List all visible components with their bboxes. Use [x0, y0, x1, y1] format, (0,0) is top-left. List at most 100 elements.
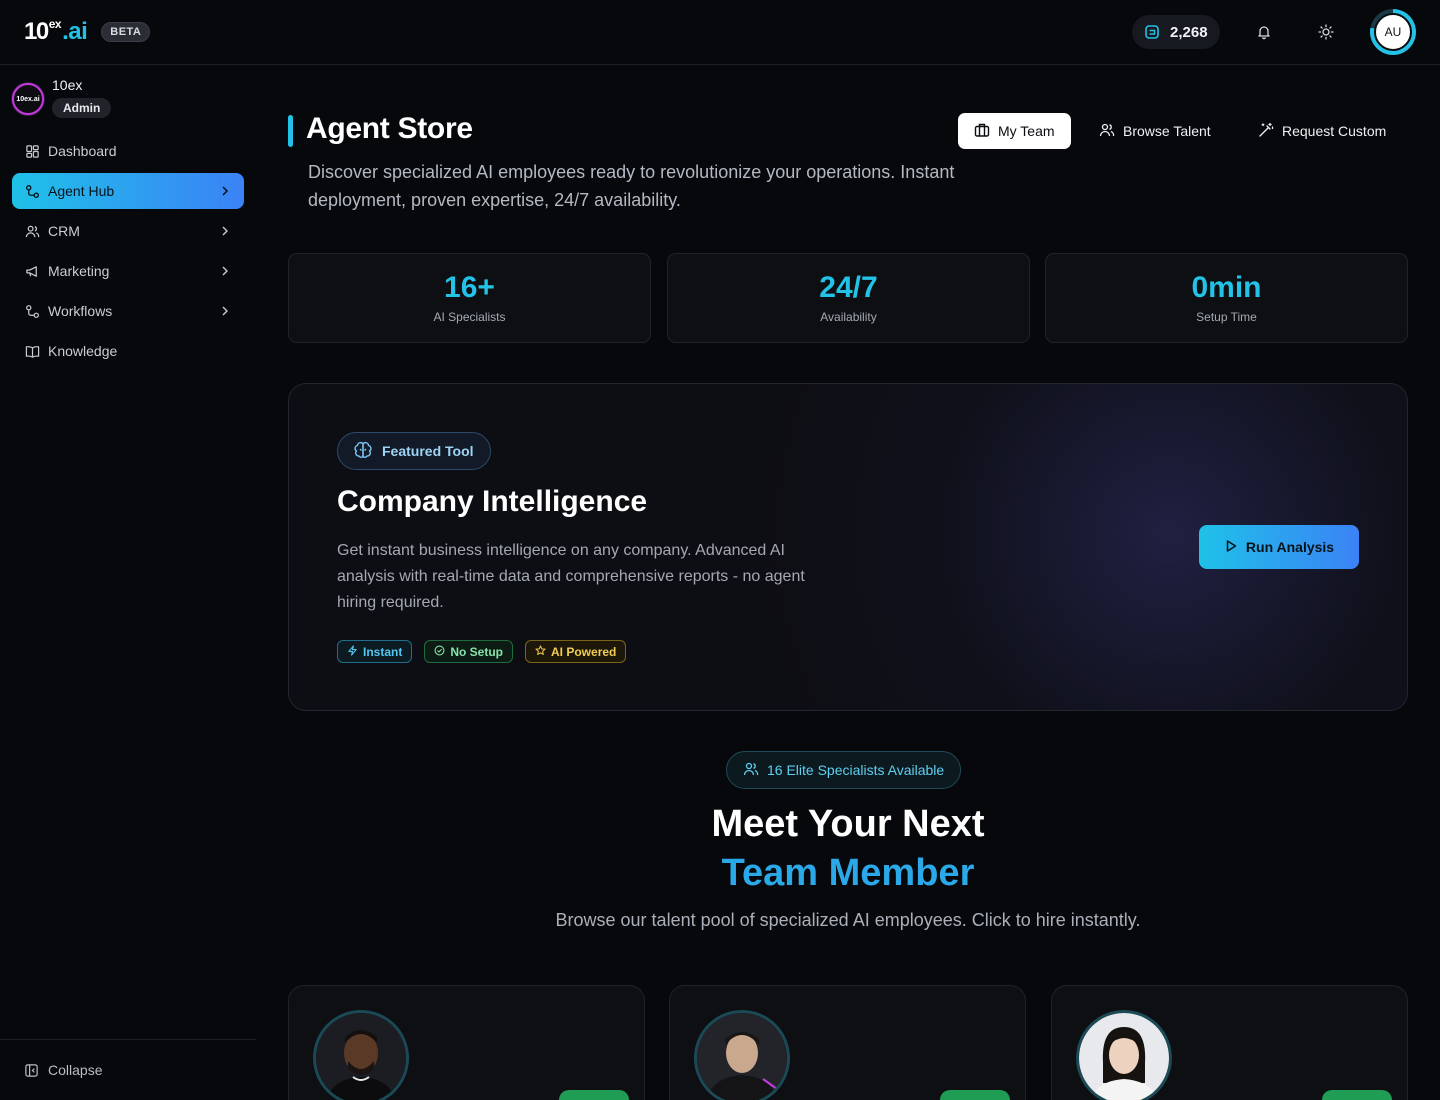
magic-wand-icon: [1258, 122, 1274, 141]
credits-value: 2,268: [1170, 23, 1208, 41]
sidebar-item-knowledge[interactable]: Knowledge: [12, 333, 244, 369]
workflow-icon: [24, 303, 40, 319]
availability-badge: [559, 1090, 629, 1100]
sun-icon[interactable]: [1316, 22, 1336, 42]
browse-talent-label: Browse Talent: [1123, 123, 1211, 139]
sidebar-item-label: Workflows: [48, 303, 113, 319]
agent-hub-icon: [24, 183, 40, 199]
talent-heading-line1: Meet Your Next: [711, 803, 985, 845]
talent-heading-line2: Team Member: [721, 852, 975, 894]
users-icon: [1099, 122, 1115, 141]
stat-label: Setup Time: [1196, 310, 1257, 324]
avatar-initials: AU: [1374, 13, 1412, 51]
my-team-button[interactable]: My Team: [958, 113, 1071, 149]
chevron-right-icon: [218, 184, 232, 198]
play-icon: [1224, 539, 1238, 556]
stat-value: 0min: [1191, 271, 1262, 304]
run-analysis-label: Run Analysis: [1245, 539, 1335, 555]
agent-avatar: [313, 1010, 409, 1100]
sidebar-item-marketing[interactable]: Marketing: [12, 253, 244, 289]
specialists-available-label: 16 Elite Specialists Available: [767, 762, 945, 778]
top-bar: 10 ex .ai BETA 2,268 AU: [0, 0, 1440, 65]
org-role-badge: Admin: [52, 98, 112, 118]
stat-value: 16+: [444, 271, 495, 304]
stat-card-specialists: 16+ AI Specialists: [288, 253, 651, 343]
tag-no-setup: No Setup: [424, 640, 514, 663]
brain-icon: [354, 441, 372, 462]
org-switcher[interactable]: 10ex.ai 10ex Admin: [12, 77, 112, 118]
featured-tool-label: Featured Tool: [382, 443, 474, 459]
collapse-label: Collapse: [48, 1062, 103, 1078]
talent-subtitle: Browse our talent pool of specialized AI…: [555, 910, 1141, 930]
org-name: 10ex: [52, 77, 83, 93]
featured-tool-badge: Featured Tool: [337, 432, 491, 470]
logo-main-text: 10: [24, 18, 49, 45]
user-avatar[interactable]: AU: [1370, 9, 1416, 55]
request-custom-button[interactable]: Request Custom: [1250, 113, 1394, 149]
specialists-available-badge: 16 Elite Specialists Available: [726, 751, 962, 789]
lightning-icon: [347, 644, 358, 659]
credits-balance[interactable]: 2,268: [1132, 15, 1220, 49]
agent-avatar: [694, 1010, 790, 1100]
browse-talent-button[interactable]: Browse Talent: [1091, 113, 1219, 149]
coin-icon: [1144, 24, 1160, 40]
run-analysis-button[interactable]: Run Analysis: [1199, 525, 1359, 569]
briefcase-icon: [974, 122, 990, 141]
logo-superscript: ex: [48, 17, 62, 31]
sidebar-item-crm[interactable]: CRM: [12, 213, 244, 249]
tag-label: No Setup: [450, 644, 504, 659]
tag-label: AI Powered: [551, 644, 617, 659]
agent-avatar: [1076, 1010, 1172, 1100]
featured-description: Get instant business intelligence on any…: [337, 542, 805, 611]
stat-card-setup-time: 0min Setup Time: [1045, 253, 1408, 343]
sidebar-collapse-icon: [24, 1062, 40, 1078]
feature-tags: Instant No Setup AI Powered: [337, 640, 627, 663]
brand-logo[interactable]: 10 ex .ai BETA: [24, 17, 151, 46]
page-title: Agent Store: [306, 112, 473, 145]
availability-badge: [1322, 1090, 1392, 1100]
sidebar-item-agent-hub[interactable]: Agent Hub: [12, 173, 244, 209]
availability-badge: [940, 1090, 1010, 1100]
sidebar-item-label: Dashboard: [48, 143, 117, 159]
collapse-sidebar-button[interactable]: Collapse: [0, 1039, 256, 1100]
chevron-right-icon: [218, 224, 232, 238]
tag-ai-powered: AI Powered: [525, 640, 627, 663]
agent-card[interactable]: [1051, 985, 1408, 1100]
talent-heading: Meet Your Next Team Member: [288, 800, 1408, 898]
book-icon: [24, 343, 40, 359]
sidebar-item-label: CRM: [48, 223, 80, 239]
chevron-right-icon: [218, 304, 232, 318]
dashboard-icon: [24, 143, 40, 159]
page-description: Discover specialized AI employees ready …: [308, 162, 955, 210]
logo-ai-text: .ai: [62, 18, 88, 45]
sidebar: 10ex.ai 10ex Admin Dashboard Agent Hub C…: [0, 65, 256, 1100]
featured-title: Company Intelligence: [337, 485, 648, 518]
org-logo: 10ex.ai: [12, 83, 44, 115]
check-circle-icon: [434, 645, 445, 659]
users-icon: [24, 223, 40, 239]
agent-card[interactable]: [669, 985, 1026, 1100]
chevron-right-icon: [218, 264, 232, 278]
sidebar-item-dashboard[interactable]: Dashboard: [12, 133, 244, 169]
featured-tool-card: Featured Tool Company Intelligence Get i…: [288, 383, 1408, 711]
sidebar-item-workflows[interactable]: Workflows: [12, 293, 244, 329]
sidebar-item-label: Marketing: [48, 263, 110, 279]
tag-label: Instant: [363, 644, 403, 659]
stat-label: Availability: [820, 310, 877, 324]
megaphone-icon: [24, 263, 40, 279]
title-accent-bar: [288, 115, 293, 147]
sidebar-item-label: Knowledge: [48, 343, 118, 359]
star-icon: [535, 644, 546, 659]
sidebar-item-label: Agent Hub: [48, 183, 115, 199]
sidebar-nav: Dashboard Agent Hub CRM Marketing Workfl…: [12, 133, 244, 373]
request-custom-label: Request Custom: [1282, 123, 1387, 139]
stat-card-availability: 24/7 Availability: [667, 253, 1030, 343]
stat-label: AI Specialists: [433, 310, 506, 324]
users-icon: [743, 761, 759, 780]
bell-icon[interactable]: [1254, 22, 1274, 42]
beta-badge: BETA: [101, 22, 151, 42]
tag-instant: Instant: [337, 640, 413, 663]
agent-card[interactable]: [288, 985, 645, 1100]
my-team-label: My Team: [998, 123, 1055, 139]
stat-value: 24/7: [819, 271, 878, 304]
